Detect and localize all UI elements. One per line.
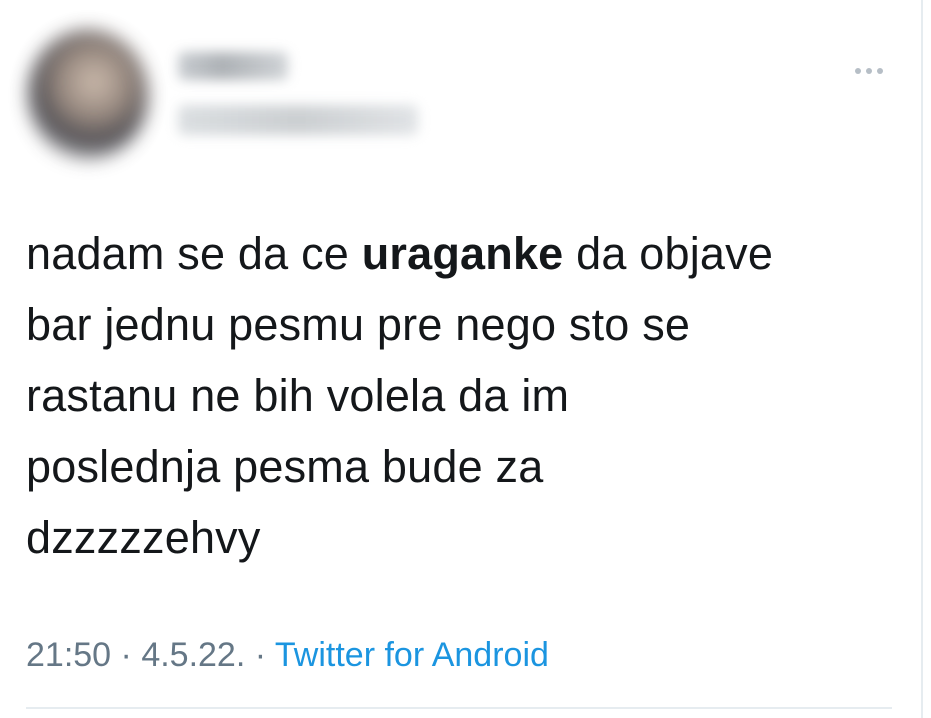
text-segment: nadam se da ce (26, 228, 362, 279)
more-horizontal-icon-dot (866, 68, 872, 74)
divider (921, 0, 923, 718)
tweet-text-line: bar jednu pesmu pre nego sto se (26, 299, 691, 350)
text-segment: da objave (563, 228, 774, 279)
author-handle[interactable] (178, 105, 418, 135)
tweet-text-line: nadam se da ce uraganke da objave (26, 218, 906, 289)
author-name[interactable] (178, 52, 288, 80)
tweet-text-line: rastanu ne bih volela da im (26, 370, 570, 421)
meta-separator: · (111, 636, 142, 674)
tweet-date[interactable]: 4.5.22. (141, 636, 245, 674)
bottom-divider (26, 707, 892, 709)
more-horizontal-icon (855, 68, 861, 74)
tweet-source-link[interactable]: Twitter for Android (275, 636, 549, 674)
bold-mention: uraganke (361, 228, 564, 279)
tweet-text-line: poslednja pesma bude za (26, 441, 544, 492)
avatar[interactable] (28, 30, 148, 160)
tweet-text: nadam se da ce uraganke da objave bar je… (26, 218, 906, 573)
tweet-meta: 21:50 · 4.5.22. · Twitter for Android (26, 632, 549, 678)
meta-separator: · (245, 636, 275, 674)
tweet-text-line: dzzzzzehvy (26, 512, 261, 563)
tweet-card: nadam se da ce uraganke da objave bar je… (0, 0, 931, 718)
more-horizontal-icon-dot (877, 68, 883, 74)
tweet-time[interactable]: 21:50 (26, 636, 111, 674)
more-options-button[interactable] (846, 56, 892, 86)
